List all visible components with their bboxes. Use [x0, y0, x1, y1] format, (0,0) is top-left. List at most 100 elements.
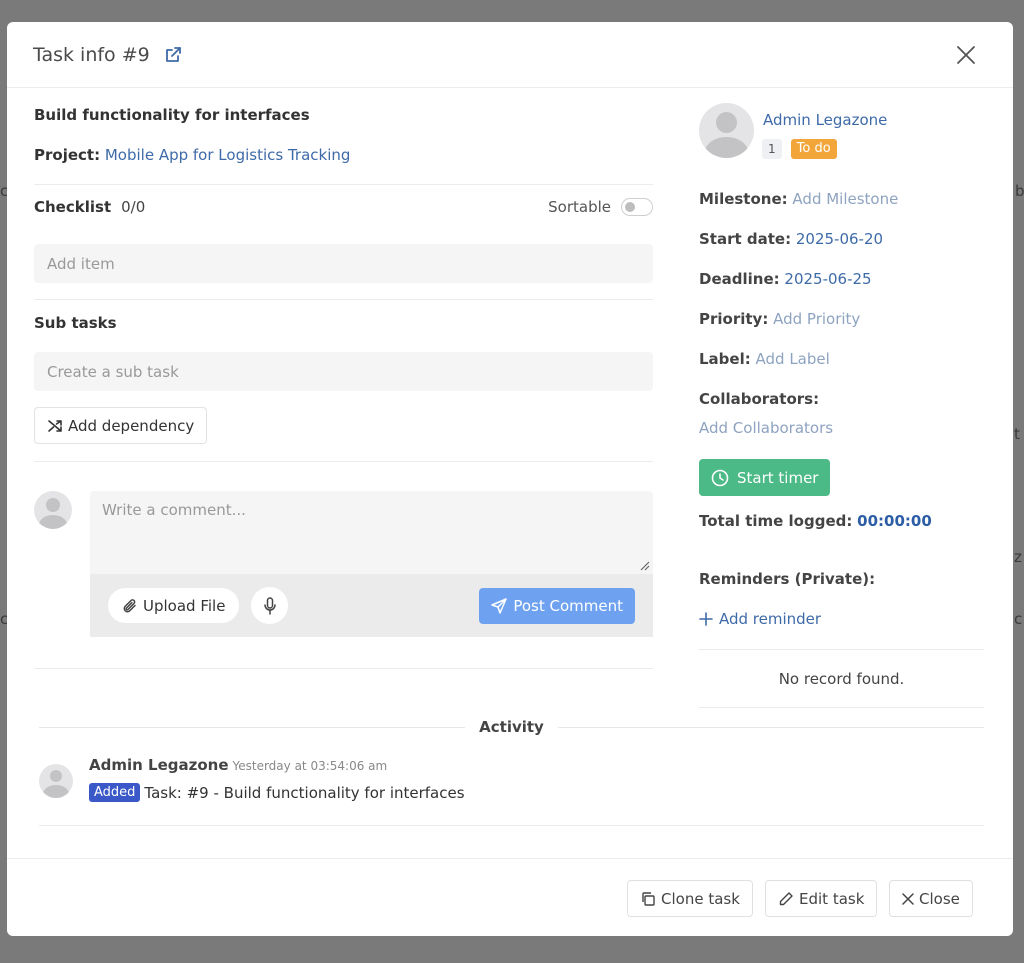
priority-row: Priority: Add Priority	[699, 310, 860, 328]
start-date-label: Start date:	[699, 230, 792, 248]
deadline-value[interactable]: 2025-06-25	[784, 270, 871, 288]
owner-badges: 1 To do	[762, 139, 837, 159]
collaborators-value-row: Add Collaborators	[699, 419, 833, 437]
comment-textarea[interactable]: Write a comment...	[90, 491, 653, 574]
owner-name-link[interactable]: Admin Legazone	[763, 111, 887, 129]
status-badge[interactable]: To do	[790, 139, 837, 159]
post-comment-label: Post Comment	[513, 596, 623, 615]
divider	[34, 184, 653, 185]
activity-description: Added Task: #9 - Build functionality for…	[89, 783, 465, 802]
sortable-label: Sortable	[548, 198, 611, 216]
activity-time: Yesterday at 03:54:06 am	[232, 759, 388, 773]
start-date-row: Start date: 2025-06-20	[699, 230, 883, 248]
add-reminder-link[interactable]: Add reminder	[699, 610, 821, 628]
divider	[34, 668, 653, 669]
project-label: Project:	[34, 146, 101, 164]
background-text: b	[1015, 182, 1024, 200]
add-dependency-label: Add dependency	[68, 416, 195, 435]
background-text: c	[1014, 610, 1023, 628]
milestone-label: Milestone:	[699, 190, 788, 208]
start-timer-button[interactable]: Start timer	[699, 459, 831, 496]
activity-heading-row: Activity	[39, 718, 984, 736]
add-reminder-label: Add reminder	[719, 610, 822, 628]
modal-header: Task info #9	[7, 22, 1013, 88]
microphone-icon	[264, 596, 276, 615]
label-label: Label:	[699, 350, 751, 368]
sortable-control: Sortable	[548, 198, 653, 216]
task-count-badge: 1	[762, 139, 782, 159]
edit-task-label: Edit task	[799, 889, 865, 908]
toggle-knob	[625, 202, 635, 212]
project-link[interactable]: Mobile App for Logistics Tracking	[105, 146, 351, 164]
add-collaborators-link[interactable]: Add Collaborators	[699, 419, 833, 437]
upload-file-label: Upload File	[143, 596, 226, 615]
add-priority-link[interactable]: Add Priority	[773, 310, 860, 328]
activity-item: Admin Legazone Yesterday at 03:54:06 am A…	[39, 756, 984, 826]
plus-icon	[699, 612, 713, 626]
clone-task-label: Clone task	[661, 889, 740, 908]
activity-avatar	[39, 764, 73, 798]
subtasks-label: Sub tasks	[34, 314, 117, 332]
clone-task-button[interactable]: Clone task	[627, 880, 753, 917]
collaborators-label: Collaborators:	[699, 390, 820, 408]
comment-toolbar: Upload File Post Comment	[90, 574, 653, 637]
sortable-toggle[interactable]	[621, 198, 653, 216]
modal-title: Task info #9	[33, 43, 150, 66]
background-text: z	[1014, 548, 1022, 566]
commenter-avatar	[34, 491, 72, 529]
post-comment-button[interactable]: Post Comment	[479, 587, 635, 624]
activity-user: Admin Legazone Yesterday at 03:54:06 am	[89, 756, 387, 774]
start-timer-label: Start timer	[737, 468, 819, 487]
project-line: Project: Mobile App for Logistics Tracki…	[34, 146, 350, 164]
add-checklist-item-input[interactable]: Add item	[34, 244, 653, 283]
reminders-empty-state: No record found.	[699, 649, 984, 708]
divider	[34, 299, 653, 300]
reminders-label: Reminders (Private):	[699, 570, 876, 588]
task-title: Build functionality for interfaces	[34, 106, 310, 124]
activity-heading: Activity	[479, 718, 544, 736]
add-dependency-button[interactable]: Add dependency	[34, 407, 208, 444]
divider	[39, 726, 466, 728]
clock-icon	[711, 469, 729, 486]
upload-file-button[interactable]: Upload File	[108, 588, 240, 623]
modal-body: Build functionality for interfaces Proje…	[7, 88, 1013, 858]
close-icon	[902, 892, 914, 905]
deadline-row: Deadline: 2025-06-25	[699, 270, 872, 288]
no-record-text: No record found.	[778, 669, 905, 688]
reminders-label-row: Reminders (Private):	[699, 570, 875, 588]
activity-user-name: Admin Legazone	[89, 756, 229, 774]
edit-task-button[interactable]: Edit task	[765, 880, 878, 917]
total-time-label: Total time logged:	[699, 512, 853, 530]
start-date-value[interactable]: 2025-06-20	[796, 230, 883, 248]
paperclip-icon	[123, 598, 136, 612]
total-time-value: 00:00:00	[857, 512, 932, 530]
deadline-label: Deadline:	[699, 270, 780, 288]
external-link-icon[interactable]	[164, 46, 182, 64]
add-label-link[interactable]: Add Label	[756, 350, 830, 368]
background-text: t	[1014, 425, 1020, 443]
checklist-count: 0/0	[121, 198, 146, 216]
activity-text: Task: #9 - Build functionality for inter…	[144, 783, 465, 802]
pencil-icon	[779, 891, 793, 905]
create-subtask-input[interactable]: Create a sub task	[34, 352, 653, 391]
copy-icon	[642, 891, 655, 906]
close-label: Close	[919, 889, 960, 908]
resize-handle-icon[interactable]	[638, 559, 650, 571]
close-icon[interactable]	[955, 44, 977, 66]
shuffle-icon	[48, 419, 62, 432]
label-row: Label: Add Label	[699, 350, 830, 368]
task-info-modal: Task info #9 Build functionality for int…	[7, 22, 1013, 936]
collaborators-label-row: Collaborators:	[699, 390, 819, 408]
send-icon	[491, 597, 508, 614]
checklist-label: Checklist	[34, 198, 112, 216]
close-button[interactable]: Close	[889, 880, 973, 917]
comment-composer: Write a comment... Upload File Post Comm…	[90, 491, 653, 637]
divider	[557, 726, 984, 728]
added-badge: Added	[89, 783, 141, 802]
add-milestone-link[interactable]: Add Milestone	[792, 190, 898, 208]
checklist-header: Checklist 0/0 Sortable	[34, 198, 653, 216]
modal-footer: Clone task Edit task Close	[7, 858, 1013, 936]
comment-placeholder: Write a comment...	[102, 501, 246, 519]
total-time-row: Total time logged: 00:00:00	[699, 512, 932, 530]
voice-record-button[interactable]	[251, 587, 289, 624]
